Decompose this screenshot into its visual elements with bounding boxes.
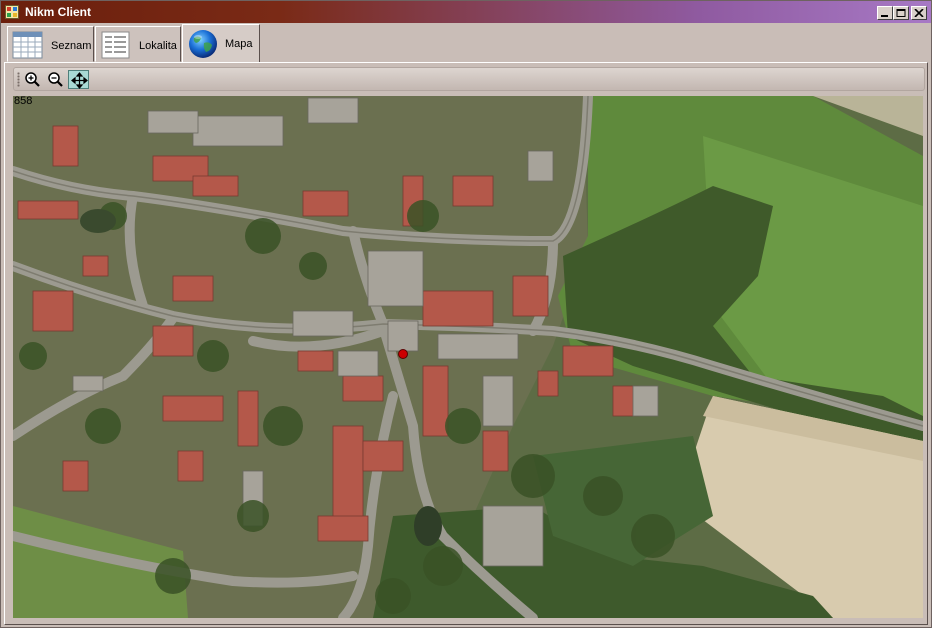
zoom-in-button[interactable] (22, 70, 43, 89)
tab-seznam-label: Seznam (51, 40, 92, 52)
globe-icon (187, 28, 219, 63)
maximize-icon (896, 9, 906, 17)
table-icon (12, 30, 44, 63)
aerial-map[interactable] (13, 96, 923, 618)
window-title: Nikm Client (25, 5, 92, 19)
pan-button[interactable] (68, 70, 89, 89)
tab-lokalita[interactable]: Lokalita (95, 26, 181, 62)
pan-icon (71, 72, 88, 89)
zoom-out-icon (48, 72, 63, 87)
minimize-button[interactable] (877, 6, 893, 20)
zoom-out-button[interactable] (45, 70, 66, 89)
map-toolbar (13, 67, 925, 91)
zoom-in-icon (25, 72, 40, 87)
title-bar[interactable]: Nikm Client (1, 1, 931, 23)
scale-readout: 858 (14, 95, 33, 107)
app-icon (5, 5, 19, 19)
map-panel: 858 (4, 62, 928, 625)
tab-mapa-label: Mapa (225, 38, 253, 50)
form-icon (100, 30, 132, 63)
close-icon (914, 9, 924, 17)
minimize-icon (881, 15, 888, 17)
location-marker[interactable] (398, 349, 408, 359)
aerial-map-image (13, 96, 923, 618)
tab-seznam[interactable]: Seznam (7, 26, 94, 62)
tab-lokalita-label: Lokalita (139, 40, 177, 52)
toolbar-grip[interactable] (17, 72, 20, 87)
maximize-button[interactable] (893, 6, 909, 20)
close-button[interactable] (911, 6, 927, 20)
main-window: Nikm Client Seznam Lokalita Mapa 858 (0, 0, 932, 628)
tab-mapa[interactable]: Mapa (182, 24, 260, 63)
tab-strip: Seznam Lokalita Mapa (1, 23, 931, 63)
